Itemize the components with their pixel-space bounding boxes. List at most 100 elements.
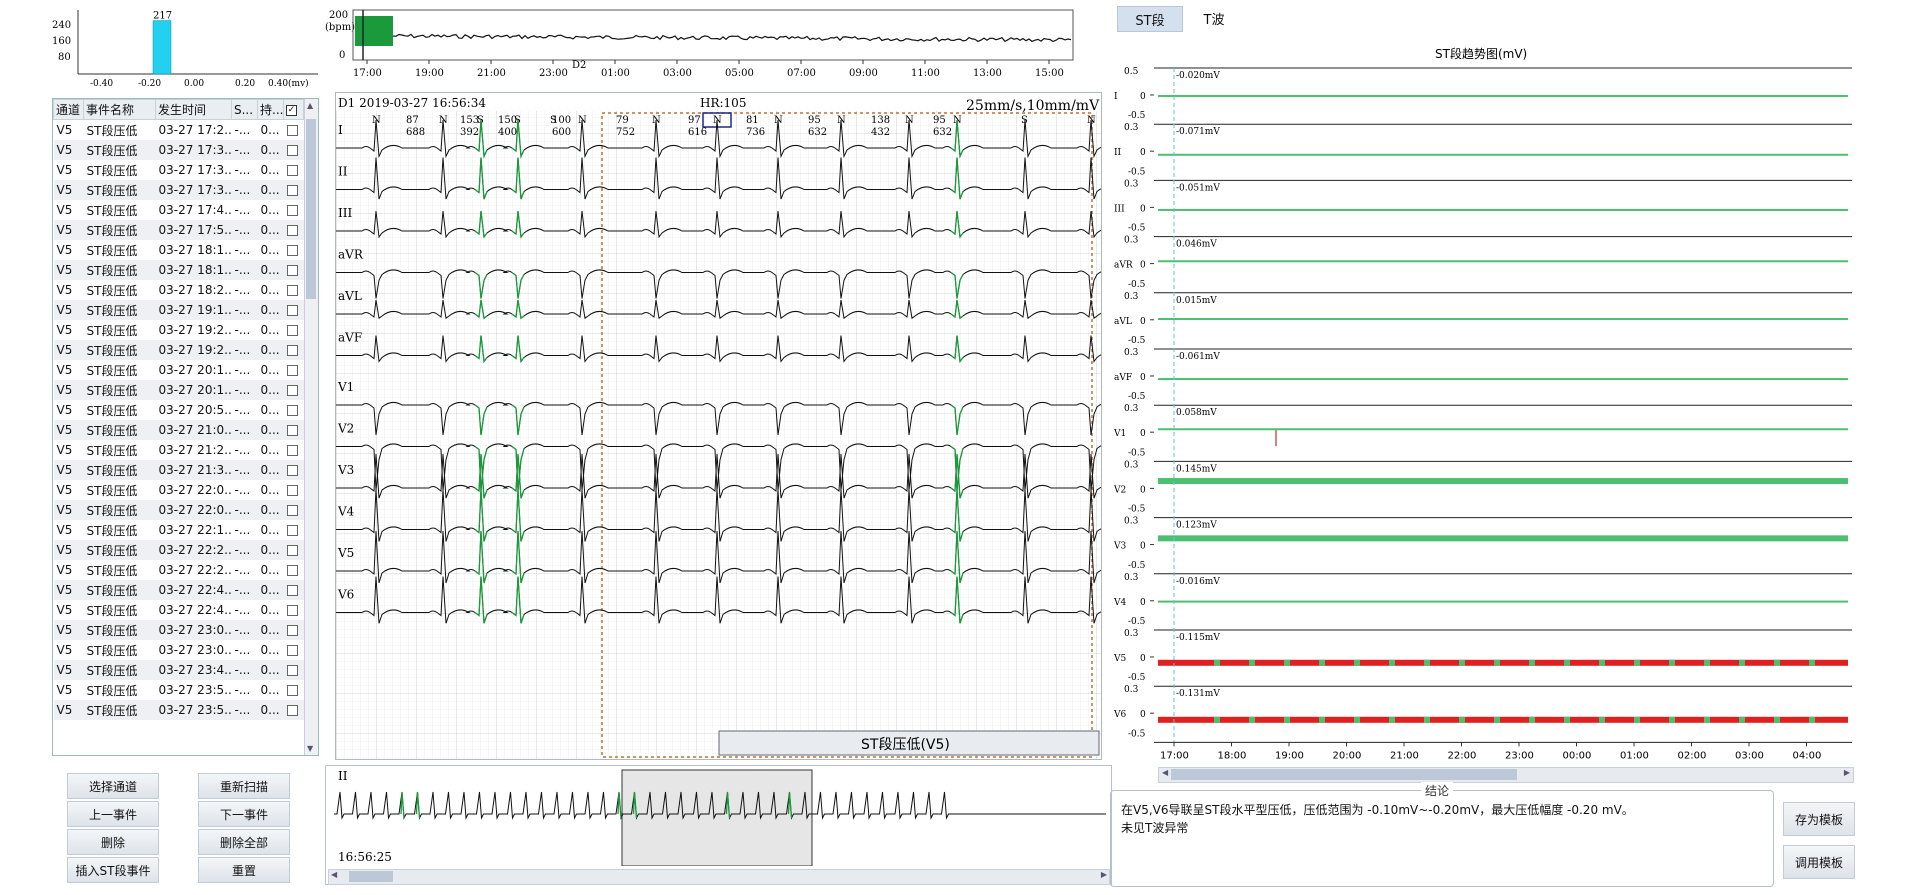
row-checkbox[interactable] xyxy=(284,120,304,141)
col-header-duration[interactable]: 持... xyxy=(257,99,284,120)
hr-trend-chart[interactable]: 200 (bpm) 0 D2 17:00 19:00 21:00 23:00 01:00… xyxy=(325,6,1090,86)
save-template-button[interactable]: 存为模板 xyxy=(1783,802,1855,836)
row-checkbox[interactable] xyxy=(283,340,304,360)
scroll-right-icon[interactable]: ▶ xyxy=(1101,870,1107,879)
table-row[interactable]: V5 ST段压低 03-27 22:2... -... 0... xyxy=(53,540,304,560)
table-row[interactable]: V5 ST段压低 03-27 21:3... -... 0... xyxy=(53,460,304,480)
row-checkbox[interactable] xyxy=(283,300,304,320)
tab-st[interactable]: ST段 xyxy=(1117,6,1183,32)
scroll-left-icon[interactable]: ◀ xyxy=(331,870,337,879)
row-checkbox[interactable] xyxy=(283,580,304,600)
delete-all-button[interactable]: 删除全部 xyxy=(198,829,290,855)
row-checkbox[interactable] xyxy=(284,600,304,620)
reset-button[interactable]: 重置 xyxy=(198,857,290,883)
table-row[interactable]: V5 ST段压低 03-27 17:3... -... 0... xyxy=(53,140,304,160)
row-checkbox[interactable] xyxy=(284,360,304,380)
table-row[interactable]: V5 ST段压低 03-27 22:2... -... 0... xyxy=(54,560,304,580)
table-row[interactable]: V5 ST段压低 03-27 18:1... -... 0... xyxy=(53,260,304,280)
rhythm-strip[interactable]: II 16:56:25 ◀ ▶ xyxy=(325,765,1112,885)
col-header-st[interactable]: S... xyxy=(231,99,258,120)
table-row[interactable]: V5 ST段压低 03-27 20:1... -... 0... xyxy=(54,360,304,380)
table-row[interactable]: V5 ST段压低 03-27 23:0... -... 0... xyxy=(54,640,304,660)
scroll-left-icon[interactable]: ◀ xyxy=(1162,768,1168,777)
scroll-right-icon[interactable]: ▶ xyxy=(1844,768,1850,777)
table-row[interactable]: V5 ST段压低 03-27 20:5... -... 0... xyxy=(54,400,304,420)
strip-scrollbar[interactable]: ◀ ▶ xyxy=(328,869,1110,885)
col-header-channel[interactable]: 通道 xyxy=(53,99,84,120)
row-checkbox[interactable] xyxy=(284,280,304,300)
row-checkbox[interactable] xyxy=(284,560,304,580)
table-row[interactable]: V5 ST段压低 03-27 22:4... -... 0... xyxy=(53,580,304,600)
row-checkbox[interactable] xyxy=(283,540,304,560)
insert-st-event-button[interactable]: 插入ST段事件 xyxy=(67,857,159,883)
row-checkbox[interactable] xyxy=(284,640,304,660)
table-row[interactable]: V5 ST段压低 03-27 22:4... -... 0... xyxy=(54,600,304,620)
table-row[interactable]: V5 ST段压低 03-27 18:2... -... 0... xyxy=(54,280,304,300)
table-row[interactable]: V5 ST段压低 03-27 23:5... -... 0... xyxy=(53,700,304,720)
table-row[interactable]: V5 ST段压低 03-27 22:0... -... 0... xyxy=(54,480,304,500)
table-row[interactable]: V5 ST段压低 03-27 23:4... -... 0... xyxy=(53,660,304,680)
st-trend-scrollbar[interactable]: ◀ ▶ xyxy=(1158,767,1854,783)
row-checkbox[interactable] xyxy=(284,680,304,700)
rescan-button[interactable]: 重新扫描 xyxy=(198,773,290,799)
load-template-button[interactable]: 调用模板 xyxy=(1783,845,1855,879)
ecg-canvas[interactable]: D1 2019-03-27 16:56:34 HR:105 25mm/s,10m… xyxy=(336,93,1119,759)
select-channel-button[interactable]: 选择通道 xyxy=(67,773,159,799)
row-checkbox[interactable] xyxy=(283,420,304,440)
prev-event-button[interactable]: 上一事件 xyxy=(67,801,159,827)
row-checkbox[interactable] xyxy=(284,240,304,260)
table-row[interactable]: V5 ST段压低 03-27 18:1... -... 0... xyxy=(54,240,304,260)
delete-button[interactable]: 删除 xyxy=(67,829,159,855)
event-table-scrollbar[interactable]: ▲ ▼ xyxy=(304,99,318,755)
table-row[interactable]: V5 ST段压低 03-27 17:4... -... 0... xyxy=(54,200,304,220)
st-trend-chart[interactable]: ST段趋势图(mV) 0.5 I 0 -0.5 -0.020mV 0.3 II 0 -0.5 -0… xyxy=(1110,42,1860,782)
row-checkbox[interactable] xyxy=(284,160,304,180)
table-row[interactable]: V5 ST段压低 03-27 17:2... -... 0... xyxy=(54,120,304,141)
row-checkbox[interactable] xyxy=(284,440,304,460)
row-checkbox[interactable] xyxy=(283,500,304,520)
row-checkbox[interactable] xyxy=(283,220,304,240)
table-row[interactable]: V5 ST段压低 03-27 21:2... -... 0... xyxy=(54,440,304,460)
table-row[interactable]: V5 ST段压低 03-27 19:2... -... 0... xyxy=(53,340,304,360)
row-checkbox[interactable] xyxy=(284,200,304,220)
scroll-down-icon[interactable]: ▼ xyxy=(307,744,313,753)
tab-t-wave[interactable]: T波 xyxy=(1184,6,1244,30)
scrollbar-thumb[interactable] xyxy=(1171,769,1517,780)
table-row[interactable]: V5 ST段压低 03-27 17:5... -... 0... xyxy=(53,220,304,240)
hr-selection-window[interactable] xyxy=(355,16,393,46)
table-row[interactable]: V5 ST段压低 03-27 17:3... -... 0... xyxy=(54,160,304,180)
row-checkbox[interactable] xyxy=(284,520,304,540)
table-row[interactable]: V5 ST段压低 03-27 17:3... -... 0... xyxy=(53,180,304,200)
row-checkbox[interactable] xyxy=(283,140,304,160)
event-table[interactable]: 通道 事件名称 发生时间 S... 持... ✓ V5 ST段压低 03-27 17… xyxy=(52,98,319,756)
scrollbar-thumb[interactable] xyxy=(306,119,316,299)
conclusion-box[interactable]: 结论 在V5,V6导联呈ST段水平型压低，压低范围为 -0.10mV~-0.20… xyxy=(1110,782,1774,887)
conclusion-text[interactable]: 在V5,V6导联呈ST段水平型压低，压低范围为 -0.10mV~-0.20mV，… xyxy=(1121,801,1634,837)
row-checkbox[interactable] xyxy=(284,320,304,340)
scrollbar-thumb[interactable] xyxy=(349,871,393,882)
row-checkbox[interactable] xyxy=(283,180,304,200)
ecg-viewer[interactable]: D1 2019-03-27 16:56:34 HR:105 25mm/s,10m… xyxy=(335,92,1119,760)
next-event-button[interactable]: 下一事件 xyxy=(198,801,290,827)
col-header-time[interactable]: 发生时间 xyxy=(155,99,232,120)
table-row[interactable]: V5 ST段压低 03-27 20:1... -... 0... xyxy=(53,380,304,400)
table-row[interactable]: V5 ST段压低 03-27 21:0... -... 0... xyxy=(53,420,304,440)
row-checkbox[interactable] xyxy=(284,400,304,420)
row-checkbox[interactable] xyxy=(283,660,304,680)
table-row[interactable]: V5 ST段压低 03-27 23:5... -... 0... xyxy=(54,680,304,700)
row-checkbox[interactable] xyxy=(283,380,304,400)
table-row[interactable]: V5 ST段压低 03-27 22:1... -... 0... xyxy=(54,520,304,540)
col-header-event-name[interactable]: 事件名称 xyxy=(83,99,156,120)
row-checkbox[interactable] xyxy=(283,260,304,280)
table-row[interactable]: V5 ST段压低 03-27 22:0... -... 0... xyxy=(53,500,304,520)
row-checkbox[interactable] xyxy=(283,700,304,720)
scroll-up-icon[interactable]: ▲ xyxy=(307,101,313,110)
table-row[interactable]: V5 ST段压低 03-27 23:0... -... 0... xyxy=(53,620,304,640)
strip-window[interactable] xyxy=(621,769,813,867)
select-all-checkbox[interactable]: ✓ xyxy=(283,99,304,120)
table-row[interactable]: V5 ST段压低 03-27 19:1... -... 0... xyxy=(53,300,304,320)
table-row[interactable]: V5 ST段压低 03-27 19:2... -... 0... xyxy=(54,320,304,340)
row-checkbox[interactable] xyxy=(283,620,304,640)
row-checkbox[interactable] xyxy=(284,480,304,500)
row-checkbox[interactable] xyxy=(283,460,304,480)
